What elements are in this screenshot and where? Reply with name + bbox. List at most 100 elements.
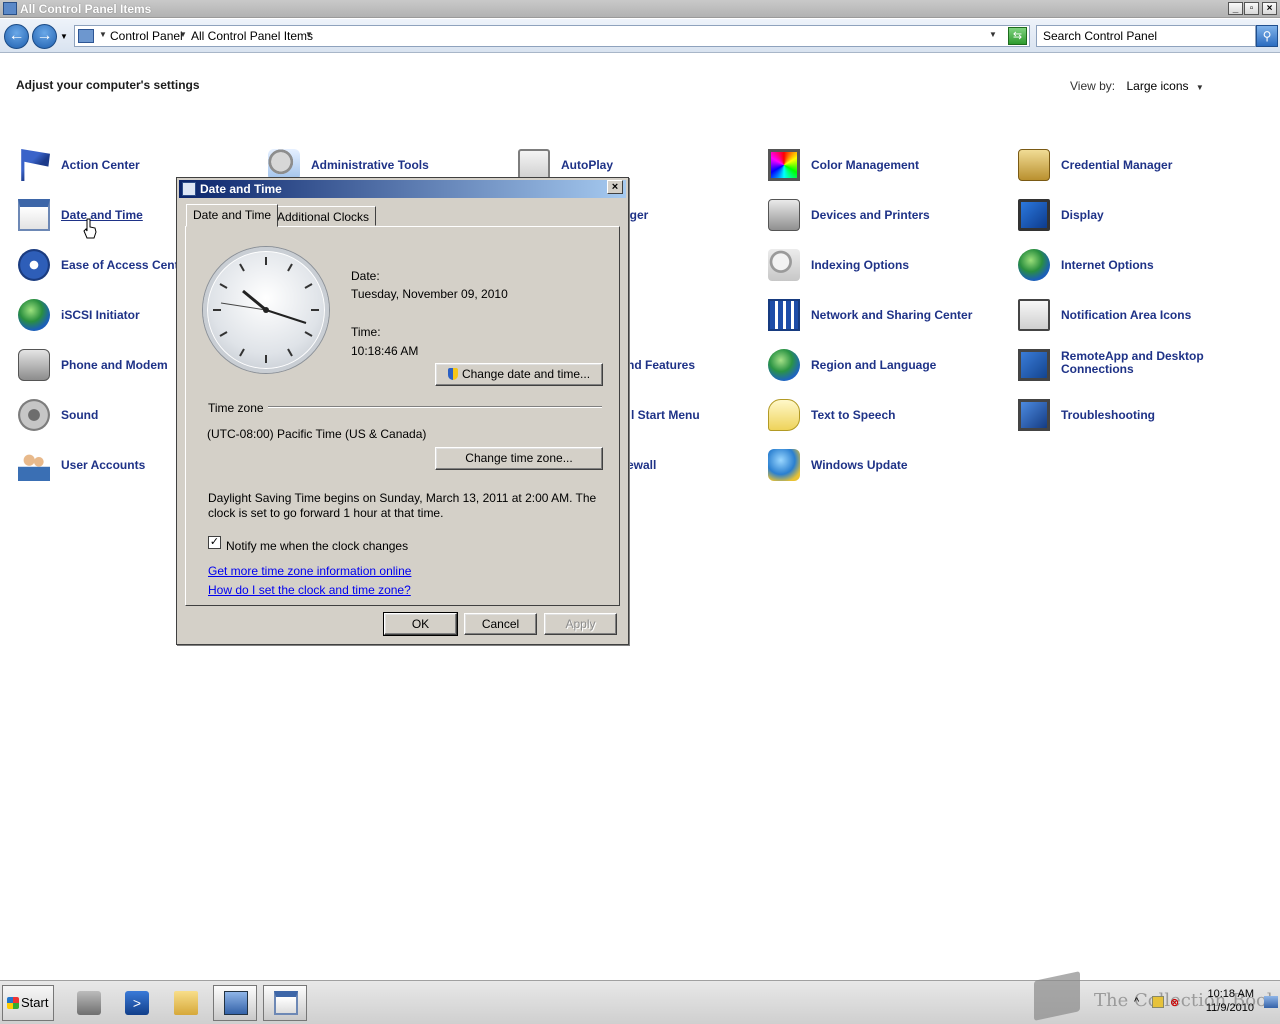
speech-bubble-icon: [768, 399, 800, 431]
tab-panel: Date: Tuesday, November 09, 2010 Time: 1…: [185, 226, 620, 606]
folder-icon: [174, 991, 198, 1015]
page-heading: Adjust your computer's settings: [16, 78, 200, 92]
item-label: Indexing Options: [811, 258, 909, 272]
search-input[interactable]: Search Control Panel: [1036, 25, 1256, 47]
taskbar-server-manager[interactable]: [66, 985, 110, 1021]
how-set-clock-link[interactable]: How do I set the clock and time zone?: [208, 583, 411, 597]
network-error-icon[interactable]: ⊗: [1170, 996, 1182, 1009]
item-label: ewall: [627, 458, 657, 472]
chevron-down-icon[interactable]: ▼: [1196, 83, 1204, 92]
tab-date-and-time[interactable]: Date and Time: [186, 204, 279, 227]
more-timezone-info-link[interactable]: Get more time zone information online: [208, 564, 411, 578]
tab-additional-clocks[interactable]: Additional Clocks: [270, 206, 377, 226]
item-label: Troubleshooting: [1061, 408, 1155, 422]
taskbar-powershell[interactable]: >: [114, 985, 158, 1021]
timezone-value: (UTC-08:00) Pacific Time (US & Canada): [207, 427, 427, 441]
start-button[interactable]: Start: [2, 985, 54, 1021]
credential-manager-icon: [1018, 149, 1050, 181]
chevron-down-icon[interactable]: ▼: [305, 30, 313, 39]
calendar-clock-icon: [182, 182, 196, 196]
timezone-label: Time zone: [208, 401, 264, 415]
control-panel-icon: [78, 29, 94, 43]
view-by: View by: Large icons ▼: [1070, 79, 1204, 93]
groupbox-divider: [268, 406, 602, 408]
dialog-close-button[interactable]: ×: [607, 180, 623, 194]
taskbar-date-time[interactable]: [263, 985, 307, 1021]
control-panel-icon: [3, 2, 17, 15]
address-dropdown-icon[interactable]: ▼: [989, 30, 997, 39]
item-label: Credential Manager: [1061, 158, 1173, 172]
action-center-flag-icon[interactable]: [1152, 996, 1164, 1008]
close-button[interactable]: ×: [1262, 2, 1277, 15]
item-label: Color Management: [811, 158, 920, 172]
address-toolbar: ← → ▼ ▼ Control Panel ▼ All Control Pane…: [0, 19, 1280, 53]
users-icon: [18, 449, 50, 481]
item-label: Action Center: [61, 158, 140, 172]
forward-button[interactable]: →: [32, 24, 57, 49]
item-label: nd Features: [627, 358, 696, 372]
tray-clock[interactable]: 10:18 AM 11/9/2010: [1206, 987, 1254, 1015]
taskbar-explorer[interactable]: [163, 985, 207, 1021]
item-label: Phone and Modem: [61, 358, 168, 372]
control-panel-icon: [224, 991, 248, 1015]
view-by-select[interactable]: Large icons: [1126, 79, 1188, 93]
item-label: User Accounts: [61, 458, 146, 472]
window-title: All Control Panel Items: [20, 2, 152, 16]
item-label: iSCSI Initiator: [61, 308, 140, 322]
item-label: Date and Time: [61, 208, 143, 222]
change-time-zone-button[interactable]: Change time zone...: [435, 447, 603, 470]
show-hidden-icons-icon[interactable]: ^: [1134, 996, 1146, 1008]
analog-clock: [203, 247, 329, 373]
refresh-button[interactable]: ⇆: [1008, 27, 1027, 45]
ease-of-access-icon: [18, 249, 50, 281]
taskbar-control-panel[interactable]: [213, 985, 257, 1021]
troubleshooting-icon: [1018, 399, 1050, 431]
change-date-time-label: Change date and time...: [461, 367, 591, 381]
maximize-button[interactable]: ▫: [1244, 2, 1259, 15]
item-label: Ease of Access Cente: [61, 258, 186, 272]
phone-icon: [18, 349, 50, 381]
date-label: Date:: [351, 269, 380, 283]
time-label: Time:: [351, 325, 381, 339]
address-box[interactable]: ▼ Control Panel ▼ All Control Panel Item…: [74, 25, 1030, 47]
date-time-dialog: Date and Time × Date and Time Additional…: [176, 177, 629, 645]
time-value: 10:18:46 AM: [351, 344, 419, 358]
chevron-down-icon[interactable]: ▼: [179, 30, 187, 39]
change-date-time-button[interactable]: Change date and time...: [435, 363, 603, 386]
item-label: RemoteApp and Desktop Connections: [1061, 349, 1204, 376]
item-label: Sound: [61, 408, 99, 422]
speaker-icon: [18, 399, 50, 431]
chevron-down-icon[interactable]: ▼: [99, 30, 107, 39]
item-label: Text to Speech: [811, 408, 896, 422]
notify-checkbox[interactable]: ✓: [208, 536, 221, 549]
search-icon[interactable]: ⚲: [1256, 25, 1278, 47]
notification-area-icon: [1018, 299, 1050, 331]
recent-pages-chevron-icon[interactable]: ▼: [60, 32, 68, 41]
item-label: Internet Options: [1061, 258, 1154, 272]
ok-button[interactable]: OK: [383, 612, 458, 636]
item-label: Display: [1061, 208, 1104, 222]
date-value: Tuesday, November 09, 2010: [351, 287, 508, 301]
back-button[interactable]: ←: [4, 24, 29, 49]
view-by-label: View by:: [1070, 79, 1116, 93]
apply-button[interactable]: Apply: [544, 613, 617, 635]
window-titlebar[interactable]: All Control Panel Items _ ▫ ×: [0, 0, 1280, 18]
dialog-titlebar[interactable]: Date and Time: [179, 180, 626, 198]
breadcrumb-control-panel[interactable]: Control Panel: [110, 29, 183, 43]
show-desktop-icon[interactable]: [1264, 996, 1278, 1008]
remoteapp-icon: [1018, 349, 1050, 381]
book-logo-icon: [1034, 971, 1080, 1021]
tray-time: 10:18 AM: [1207, 988, 1254, 1000]
windows-update-icon: [768, 449, 800, 481]
windows-logo-icon: [7, 997, 19, 1009]
cancel-button[interactable]: Cancel: [464, 613, 537, 635]
minimize-button[interactable]: _: [1228, 2, 1243, 15]
indexing-icon: [768, 249, 800, 281]
dialog-title: Date and Time: [200, 182, 282, 196]
item-label: Administrative Tools: [311, 158, 429, 172]
item-label: Devices and Printers: [811, 208, 930, 222]
printer-icon: [768, 199, 800, 231]
breadcrumb-all-items[interactable]: All Control Panel Items: [191, 29, 313, 43]
system-tray: ^ ⊗ 10:18 AM 11/9/2010: [1130, 984, 1280, 1020]
clock-face-icon: [213, 257, 319, 363]
